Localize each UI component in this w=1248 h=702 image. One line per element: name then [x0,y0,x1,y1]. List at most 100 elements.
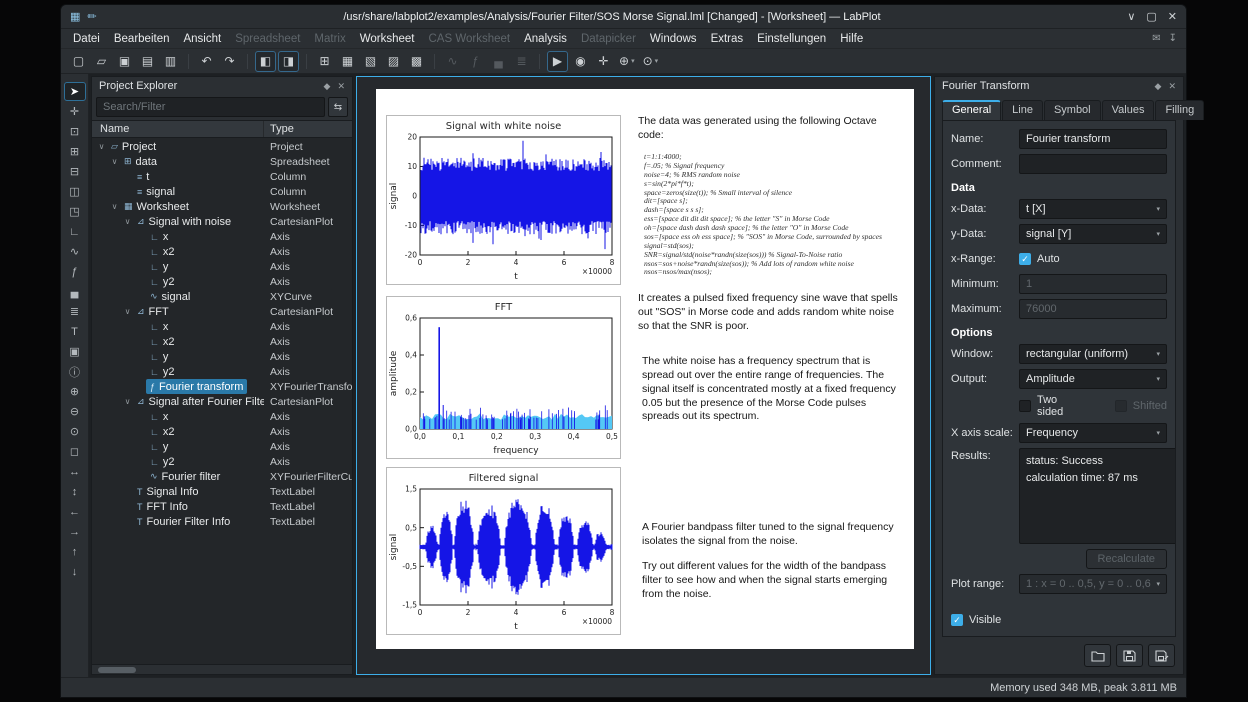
zoom-origin-button[interactable]: ⊙ [64,422,86,441]
tab-general[interactable]: General [942,100,1001,120]
expander-icon[interactable]: ∨ [109,202,120,211]
tab-filling[interactable]: Filling [1155,100,1204,120]
tree-row-fft[interactable]: ∨⊿FFTCartesianPlot [92,304,352,319]
text-label-octave-code[interactable]: t=1:1:4000;f=.05; % Signal frequencynois… [644,153,902,277]
add-axis-button[interactable]: ∟ [64,222,86,241]
print-button[interactable]: ▤ [137,51,158,72]
fit-width-button[interactable]: ↔ [64,462,86,481]
horizontal-scrollbar[interactable] [92,664,352,674]
fit-height-button[interactable]: ↕ [64,482,86,501]
tree-row-signal-with-noise[interactable]: ∨⊿Signal with noiseCartesianPlot [92,214,352,229]
text-label-filter-info-2[interactable]: Try out different values for the width o… [642,560,902,602]
dock-float-button[interactable]: ◆ [1155,81,1162,92]
tree-row-signal-after-fourier-filter[interactable]: ∨⊿Signal after Fourier FilterCartesianPl… [92,394,352,409]
add-plot-centered-button[interactable]: ◫ [64,182,86,201]
dock-close-button[interactable]: ✕ [1168,81,1176,92]
column-header-name[interactable]: Name [92,121,264,137]
mail-icon[interactable]: ✉ [1152,33,1160,44]
menu-extras[interactable]: Extras [704,31,751,47]
project-explorer-header[interactable]: Project Explorer ◆ ✕ [92,77,352,95]
text-label-fft-info[interactable]: The white noise has a frequency spectrum… [642,355,904,424]
scrollbar-handle[interactable] [98,667,136,673]
menu-datei[interactable]: Datei [66,31,107,47]
shift-up-button[interactable]: ↑ [64,542,86,561]
tree-row-signal[interactable]: ∿signalXYCurve [92,289,352,304]
shift-left-button[interactable]: ← [64,502,86,521]
toggle-project-explorer-button[interactable]: ◧ [255,51,276,72]
new-folder-button[interactable]: ▩ [406,51,427,72]
new-worksheet-button[interactable]: ▧ [360,51,381,72]
x-axis-scale-combo[interactable]: Frequency▾ [1019,423,1167,443]
tree-row-data[interactable]: ∨⊞dataSpreadsheet [92,154,352,169]
fit-page-button[interactable]: ◻ [64,442,86,461]
tree-row-x2[interactable]: ∟x2Axis [92,334,352,349]
shift-down-button[interactable]: ↓ [64,562,86,581]
text-label-signal-info[interactable]: It creates a pulsed fixed frequency sine… [638,292,906,334]
crosshair-mode-button[interactable]: ✛ [64,102,86,121]
tree-row-t[interactable]: ≡tColumn [92,169,352,184]
visible-checkbox[interactable]: ✓ [951,614,963,626]
download-icon[interactable]: ↧ [1169,33,1177,44]
menu-hilfe[interactable]: Hilfe [833,31,870,47]
expander-icon[interactable]: ∨ [122,397,133,406]
filter-options-button[interactable]: ⇆ [328,97,348,117]
dock-float-button[interactable]: ◆ [324,81,331,92]
save-settings-button[interactable] [1116,644,1143,667]
add-plot-two-axes-button[interactable]: ⊟ [64,162,86,181]
new-notes-button[interactable]: ▨ [383,51,404,72]
add-xy-curve-button[interactable]: ∿ [64,242,86,261]
add-legend-button[interactable]: ≣ [64,302,86,321]
crosshair-button[interactable]: ✛ [593,51,614,72]
add-plot-template-button[interactable]: ◳ [64,202,86,221]
plot-signal-with-noise[interactable]: Signal with white noise02468-20-1001020t… [386,115,621,285]
expander-icon[interactable]: ∨ [96,142,107,151]
tree-row-signal[interactable]: ≡signalColumn [92,184,352,199]
menu-bearbeiten[interactable]: Bearbeiten [107,31,177,47]
zoom-mode-button[interactable]: ⊕▾ [616,51,638,72]
add-plot-four-axes-button[interactable]: ⊞ [64,142,86,161]
tree-row-x2[interactable]: ∟x2Axis [92,424,352,439]
text-label-octave-intro[interactable]: The data was generated using the followi… [638,115,902,143]
new-spreadsheet-button[interactable]: ⊞ [314,51,335,72]
dock-close-button[interactable]: ✕ [337,81,345,92]
zoom-out-button[interactable]: ⊖ [64,402,86,421]
open-project-button[interactable]: ▱ [91,51,112,72]
redo-button[interactable]: ↷ [219,51,240,72]
search-input[interactable] [96,97,325,117]
menu-worksheet[interactable]: Worksheet [353,31,422,47]
y-data-combo[interactable]: signal [Y]▾ [1019,224,1167,244]
add-equation-curve-button[interactable]: ƒ [64,262,86,281]
add-info-element-button[interactable]: ⓘ [64,362,86,381]
tree-row-signal-info[interactable]: TSignal InfoTextLabel [92,484,352,499]
plot-fft[interactable]: FFT0,00,10,20,30,40,50,00,20,40,6frequen… [386,296,621,459]
expander-icon[interactable]: ∨ [122,307,133,316]
two-sided-checkbox[interactable] [1019,400,1031,412]
name-input[interactable] [1019,129,1167,149]
tree-row-x[interactable]: ∟xAxis [92,319,352,334]
menu-einstellungen[interactable]: Einstellungen [750,31,833,47]
tree-row-x2[interactable]: ∟x2Axis [92,244,352,259]
zoom-select-mode-button[interactable]: ⊡ [64,122,86,141]
tree-row-y2[interactable]: ∟y2Axis [92,454,352,469]
navigate-mode-button[interactable]: ▶ [547,51,568,72]
tree-row-fourier-filter[interactable]: ∿Fourier filterXYFourierFilterCurve [92,469,352,484]
tab-line[interactable]: Line [1002,100,1043,120]
tree-row-x[interactable]: ∟xAxis [92,229,352,244]
export-button[interactable]: ▥ [160,51,181,72]
undo-button[interactable]: ↶ [196,51,217,72]
select-mouse-mode-button[interactable]: ➤ [64,82,86,101]
window-combo[interactable]: rectangular (uniform)▾ [1019,344,1167,364]
maximize-button[interactable]: ▢ [1146,10,1156,23]
tree-row-y[interactable]: ∟yAxis [92,349,352,364]
text-label-filter-info-1[interactable]: A Fourier bandpass filter tuned to the s… [642,521,902,549]
load-settings-button[interactable] [1084,644,1111,667]
output-combo[interactable]: Amplitude▾ [1019,369,1167,389]
save-project-button[interactable]: ▣ [114,51,135,72]
toggle-properties-explorer-button[interactable]: ◨ [278,51,299,72]
menu-windows[interactable]: Windows [643,31,704,47]
worksheet-view[interactable]: Signal with white noise02468-20-1001020t… [356,76,931,675]
tree-row-fourier-transform[interactable]: ƒFourier transformXYFourierTransformCurv… [92,379,352,394]
minimize-button[interactable]: ∨ [1127,10,1135,23]
x-data-combo[interactable]: t [X]▾ [1019,199,1167,219]
titlebar[interactable]: ▦ ✏ /usr/share/labplot2/examples/Analysi… [61,5,1186,29]
